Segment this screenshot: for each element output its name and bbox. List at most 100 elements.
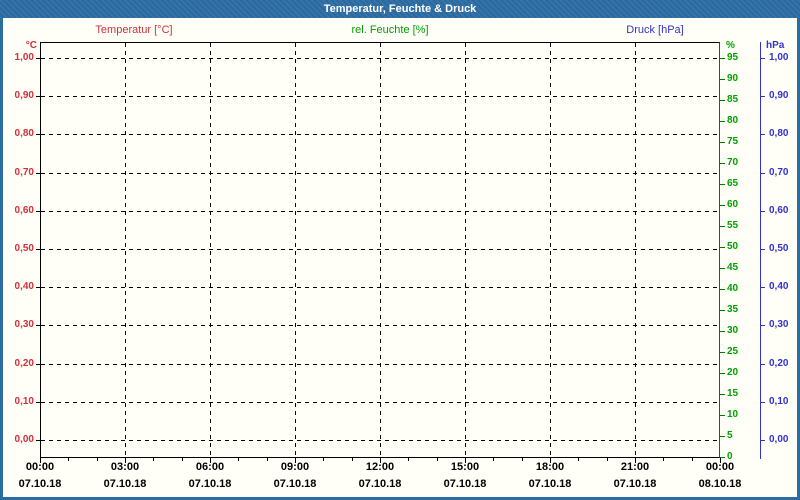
humidity-axis-tick-label: 40 xyxy=(727,283,739,294)
temperature-axis-tick xyxy=(36,249,40,250)
humidity-axis-tick-label: 90 xyxy=(727,73,739,84)
humidity-axis-tick-label: 85 xyxy=(727,94,739,105)
humidity-axis-tick-label: 50 xyxy=(727,241,739,252)
humidity-axis-tick xyxy=(720,331,725,332)
temperature-axis-tick-label: 0,10 xyxy=(14,395,34,407)
humidity-axis-tick xyxy=(720,373,725,374)
pressure-axis-tick xyxy=(761,134,765,136)
x-axis-time-label: 03:00 xyxy=(110,461,140,473)
legend-humidity: rel. Feuchte [%] xyxy=(351,24,429,36)
temperature-axis-tick xyxy=(36,287,40,289)
humidity-axis-tick xyxy=(720,268,725,269)
temperature-axis-tick-label: 0,00 xyxy=(14,434,34,445)
humidity-axis-tick xyxy=(720,163,725,164)
temperature-axis-tick xyxy=(36,401,40,403)
temperature-axis-tick-label: 0,90 xyxy=(14,90,34,102)
pressure-axis-tick-label: 0,40 xyxy=(769,281,789,293)
humidity-axis-tick xyxy=(720,121,725,122)
pressure-axis-tick-label: 0,00 xyxy=(769,434,789,445)
x-axis-minor-tick xyxy=(351,458,353,461)
vertical-gridline xyxy=(210,43,211,457)
humidity-axis-tick-label: 20 xyxy=(727,367,739,378)
temperature-axis-tick xyxy=(36,96,40,98)
x-axis-date-label: 07.10.18 xyxy=(528,478,572,490)
humidity-axis-unit: % xyxy=(726,40,735,51)
temperature-axis-tick xyxy=(36,210,40,212)
pressure-axis-unit: hPa xyxy=(766,40,785,51)
humidity-axis-tick xyxy=(720,79,725,80)
temperature-axis-unit: °C xyxy=(25,40,37,51)
pressure-axis-tick-label: 0,20 xyxy=(769,357,789,369)
x-axis-date-label: 07.10.18 xyxy=(613,478,657,490)
pressure-axis-tick xyxy=(761,363,765,365)
humidity-axis-tick-label: 60 xyxy=(727,199,739,210)
temperature-axis-tick-label: 0,80 xyxy=(14,128,34,140)
x-axis-time-label: 15:00 xyxy=(450,461,480,473)
x-axis-time-label: 00:00 xyxy=(25,461,55,473)
legend-temperature: Temperatur [°C] xyxy=(95,24,173,36)
pressure-axis-line xyxy=(760,42,761,459)
humidity-axis-tick-label: 5 xyxy=(727,430,733,441)
humidity-axis-tick xyxy=(720,226,725,227)
temperature-axis-tick-label: 0,40 xyxy=(14,281,34,293)
temperature-axis-tick xyxy=(36,440,40,441)
humidity-axis-tick xyxy=(720,58,725,59)
pressure-axis-tick-label: 1,00 xyxy=(769,52,789,63)
temperature-axis-tick xyxy=(36,172,40,174)
x-axis-time-label: 21:00 xyxy=(620,461,650,473)
pressure-axis-tick-label: 0,50 xyxy=(769,243,789,254)
pressure-axis-tick xyxy=(761,440,765,441)
humidity-axis-tick xyxy=(720,352,725,353)
humidity-axis-tick xyxy=(720,415,725,416)
x-axis-minor-tick xyxy=(153,458,155,461)
x-axis-time-label: 00:00 xyxy=(705,461,735,473)
humidity-axis-tick xyxy=(720,247,725,248)
x-axis-minor-tick xyxy=(493,458,495,461)
humidity-axis-tick-label: 15 xyxy=(727,388,739,399)
vertical-gridline xyxy=(380,43,381,457)
temperature-axis-tick xyxy=(36,134,40,136)
legend-pressure: Druck [hPa] xyxy=(626,24,684,36)
temperature-axis-tick-label: 1,00 xyxy=(14,52,34,63)
humidity-axis-tick-label: 45 xyxy=(727,262,739,273)
humidity-axis-tick-label: 70 xyxy=(727,157,739,168)
humidity-axis-tick xyxy=(720,184,725,185)
x-axis-minor-tick xyxy=(663,458,665,461)
humidity-axis-tick-label: 75 xyxy=(727,136,739,147)
humidity-axis-tick-label: 30 xyxy=(727,325,739,336)
vertical-gridline xyxy=(465,43,466,457)
x-axis-minor-tick xyxy=(578,458,580,461)
humidity-axis-tick-label: 10 xyxy=(727,409,739,420)
pressure-axis-tick xyxy=(761,249,765,250)
temperature-axis-tick xyxy=(36,325,40,327)
x-axis-minor-tick xyxy=(436,458,438,461)
x-axis-minor-tick xyxy=(68,458,70,461)
humidity-axis-tick xyxy=(720,289,725,290)
temperature-axis-tick-label: 0,50 xyxy=(14,243,34,254)
x-axis-minor-tick xyxy=(521,458,523,461)
humidity-axis-tick-label: 35 xyxy=(727,304,739,315)
vertical-gridline xyxy=(550,43,551,457)
pressure-axis-tick-label: 0,60 xyxy=(769,204,789,216)
temperature-axis-tick-label: 0,20 xyxy=(14,357,34,369)
temperature-axis-tick-label: 0,30 xyxy=(14,319,34,331)
pressure-axis-tick-label: 0,80 xyxy=(769,128,789,140)
pressure-axis-tick xyxy=(761,401,765,403)
humidity-axis-tick xyxy=(720,394,725,395)
humidity-axis-tick xyxy=(720,142,725,143)
x-axis-minor-tick xyxy=(606,458,608,461)
vertical-gridline xyxy=(295,43,296,457)
x-axis-minor-tick xyxy=(238,458,240,461)
x-axis-date-label: 07.10.18 xyxy=(358,478,402,490)
x-axis-minor-tick xyxy=(691,458,693,461)
x-axis-date-label: 07.10.18 xyxy=(18,478,62,490)
x-axis-time-label: 09:00 xyxy=(280,461,310,473)
humidity-axis-tick-label: 65 xyxy=(727,178,739,189)
x-axis-date-label: 07.10.18 xyxy=(443,478,487,490)
vertical-gridline xyxy=(125,43,126,457)
pressure-axis-tick-label: 0,10 xyxy=(769,395,789,407)
pressure-axis-tick-label: 0,30 xyxy=(769,319,789,331)
pressure-axis-tick xyxy=(761,58,765,59)
humidity-axis-tick xyxy=(720,436,725,437)
x-axis-time-label: 06:00 xyxy=(195,461,225,473)
